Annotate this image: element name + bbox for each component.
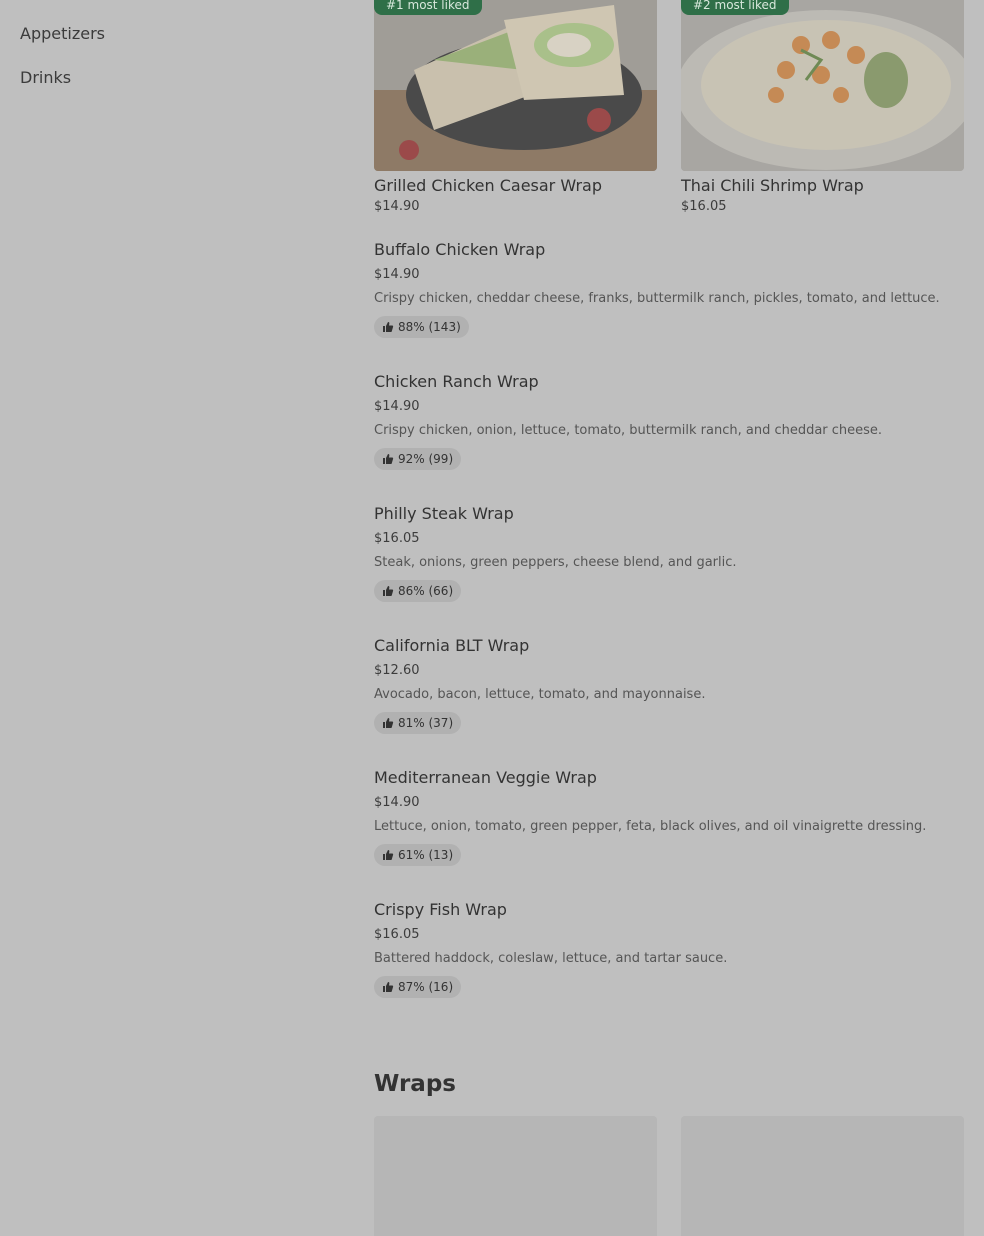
- thumbs-up-icon: [383, 718, 394, 728]
- section-title: Wraps: [374, 1071, 456, 1097]
- thumbs-up-icon: [383, 850, 394, 860]
- item-price: $14.90: [374, 199, 420, 214]
- item-price: $16.05: [374, 531, 420, 546]
- sidebar-item-appetizers[interactable]: Appetizers: [20, 24, 320, 68]
- menu-item[interactable]: Crispy Fish Wrap $16.05 Battered haddock…: [374, 892, 964, 1024]
- menu-item-list: Buffalo Chicken Wrap $14.90 Crispy chick…: [374, 232, 964, 1024]
- caesar-wrap-photo: [374, 0, 657, 171]
- rating-badge: 61% (13): [374, 844, 462, 866]
- menu-item[interactable]: Philly Steak Wrap $16.05 Steak, onions, …: [374, 496, 964, 628]
- featured-item-card[interactable]: #2 most liked Thai Chili Shrimp Wrap $16…: [681, 0, 964, 216]
- item-name: Thai Chili Shrimp Wrap: [681, 176, 864, 195]
- rating-badge: 81% (37): [374, 712, 462, 734]
- food-image-placeholder[interactable]: [374, 1116, 657, 1236]
- thumbs-up-icon: [383, 322, 394, 332]
- item-description: Avocado, bacon, lettuce, tomato, and may…: [374, 687, 706, 702]
- thumbs-up-icon: [383, 982, 394, 992]
- rating-text: 92% (99): [398, 452, 454, 466]
- item-name: Buffalo Chicken Wrap: [374, 240, 546, 259]
- item-description: Crispy chicken, onion, lettuce, tomato, …: [374, 423, 883, 438]
- food-image-placeholder[interactable]: [681, 1116, 964, 1236]
- item-price: $16.05: [374, 927, 420, 942]
- item-description: Steak, onions, green peppers, cheese ble…: [374, 555, 737, 570]
- rating-text: 61% (13): [398, 848, 454, 862]
- section-cards: [374, 1116, 964, 1236]
- category-sidebar: Appetizers Drinks: [20, 0, 320, 112]
- item-price: $12.60: [374, 663, 420, 678]
- item-price: $14.90: [374, 267, 420, 282]
- rating-badge: 88% (143): [374, 316, 469, 338]
- food-image: #1 most liked: [374, 0, 657, 171]
- item-description: Lettuce, onion, tomato, green pepper, fe…: [374, 819, 927, 834]
- item-name: Philly Steak Wrap: [374, 504, 514, 523]
- rating-text: 88% (143): [398, 320, 461, 334]
- rating-text: 81% (37): [398, 716, 454, 730]
- thumbs-up-icon: [383, 586, 394, 596]
- item-price: $14.90: [374, 399, 420, 414]
- shrimp-wrap-photo: [681, 0, 964, 171]
- rating-badge: 87% (16): [374, 976, 462, 998]
- food-image: #2 most liked: [681, 0, 964, 171]
- rating-badge: 86% (66): [374, 580, 462, 602]
- item-name: California BLT Wrap: [374, 636, 530, 655]
- sidebar-item-drinks[interactable]: Drinks: [20, 68, 320, 112]
- most-liked-badge: #1 most liked: [374, 0, 482, 15]
- menu-item[interactable]: Buffalo Chicken Wrap $14.90 Crispy chick…: [374, 232, 964, 364]
- item-name: Crispy Fish Wrap: [374, 900, 507, 919]
- featured-items: #1 most liked Grilled Chicken Caesar Wra…: [374, 0, 964, 232]
- rating-text: 87% (16): [398, 980, 454, 994]
- item-description: Battered haddock, coleslaw, lettuce, and…: [374, 951, 728, 966]
- menu-item[interactable]: California BLT Wrap $12.60 Avocado, baco…: [374, 628, 964, 760]
- item-description: Crispy chicken, cheddar cheese, franks, …: [374, 291, 940, 306]
- item-name: Mediterranean Veggie Wrap: [374, 768, 597, 787]
- thumbs-up-icon: [383, 454, 394, 464]
- rating-text: 86% (66): [398, 584, 454, 598]
- item-price: $14.90: [374, 795, 420, 810]
- menu-item[interactable]: Mediterranean Veggie Wrap $14.90 Lettuce…: [374, 760, 964, 892]
- item-name: Grilled Chicken Caesar Wrap: [374, 176, 602, 195]
- item-price: $16.05: [681, 199, 727, 214]
- rating-badge: 92% (99): [374, 448, 462, 470]
- featured-item-card[interactable]: #1 most liked Grilled Chicken Caesar Wra…: [374, 0, 657, 216]
- menu-item[interactable]: Chicken Ranch Wrap $14.90 Crispy chicken…: [374, 364, 964, 496]
- item-name: Chicken Ranch Wrap: [374, 372, 539, 391]
- menu-main: #1 most liked Grilled Chicken Caesar Wra…: [374, 0, 964, 1236]
- most-liked-badge: #2 most liked: [681, 0, 789, 15]
